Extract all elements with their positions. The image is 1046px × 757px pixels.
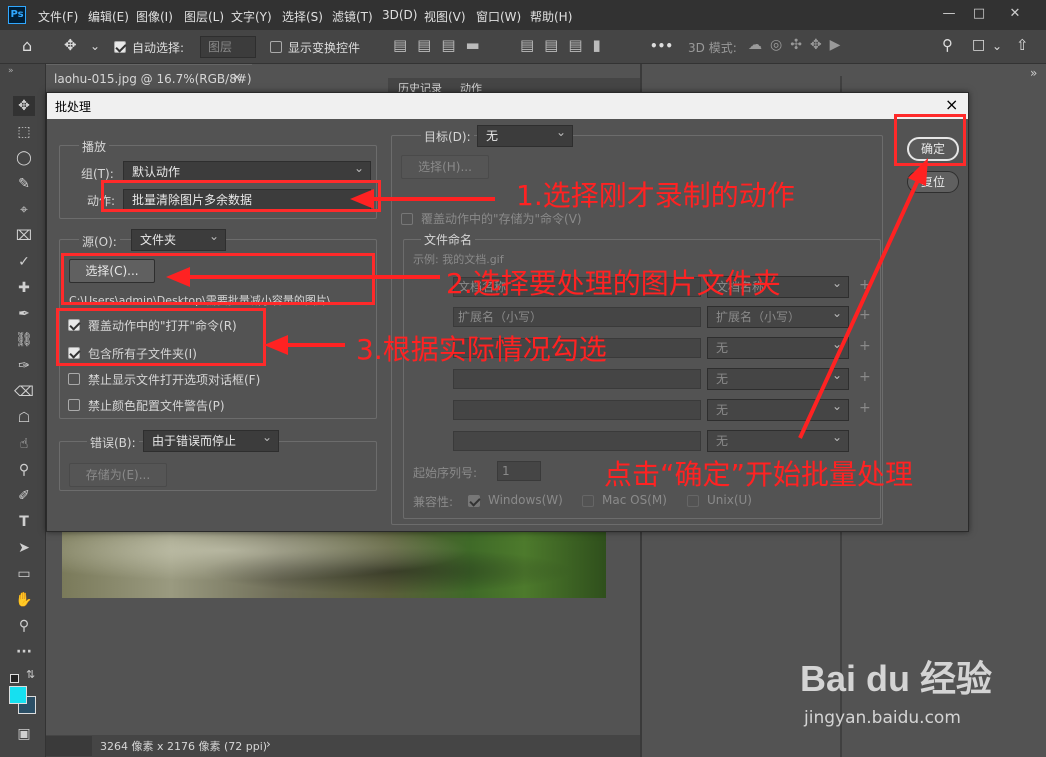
annotation-step2: 2.选择要处理的图片文件夹 bbox=[446, 267, 781, 300]
annotation-step3: 3.根据实际情况勾选 bbox=[356, 333, 607, 366]
annotation-step4: 点击“确定”开始批量处理 bbox=[604, 458, 914, 491]
annotation-arrows bbox=[166, 158, 928, 439]
annotation-step1: 1.选择刚才录制的动作 bbox=[516, 179, 795, 212]
watermark-url: jingyan.baidu.com bbox=[804, 708, 961, 728]
baidu-watermark: Bai du 经验 bbox=[800, 650, 1040, 710]
baidu-logo: Bai du 经验 bbox=[800, 658, 993, 699]
